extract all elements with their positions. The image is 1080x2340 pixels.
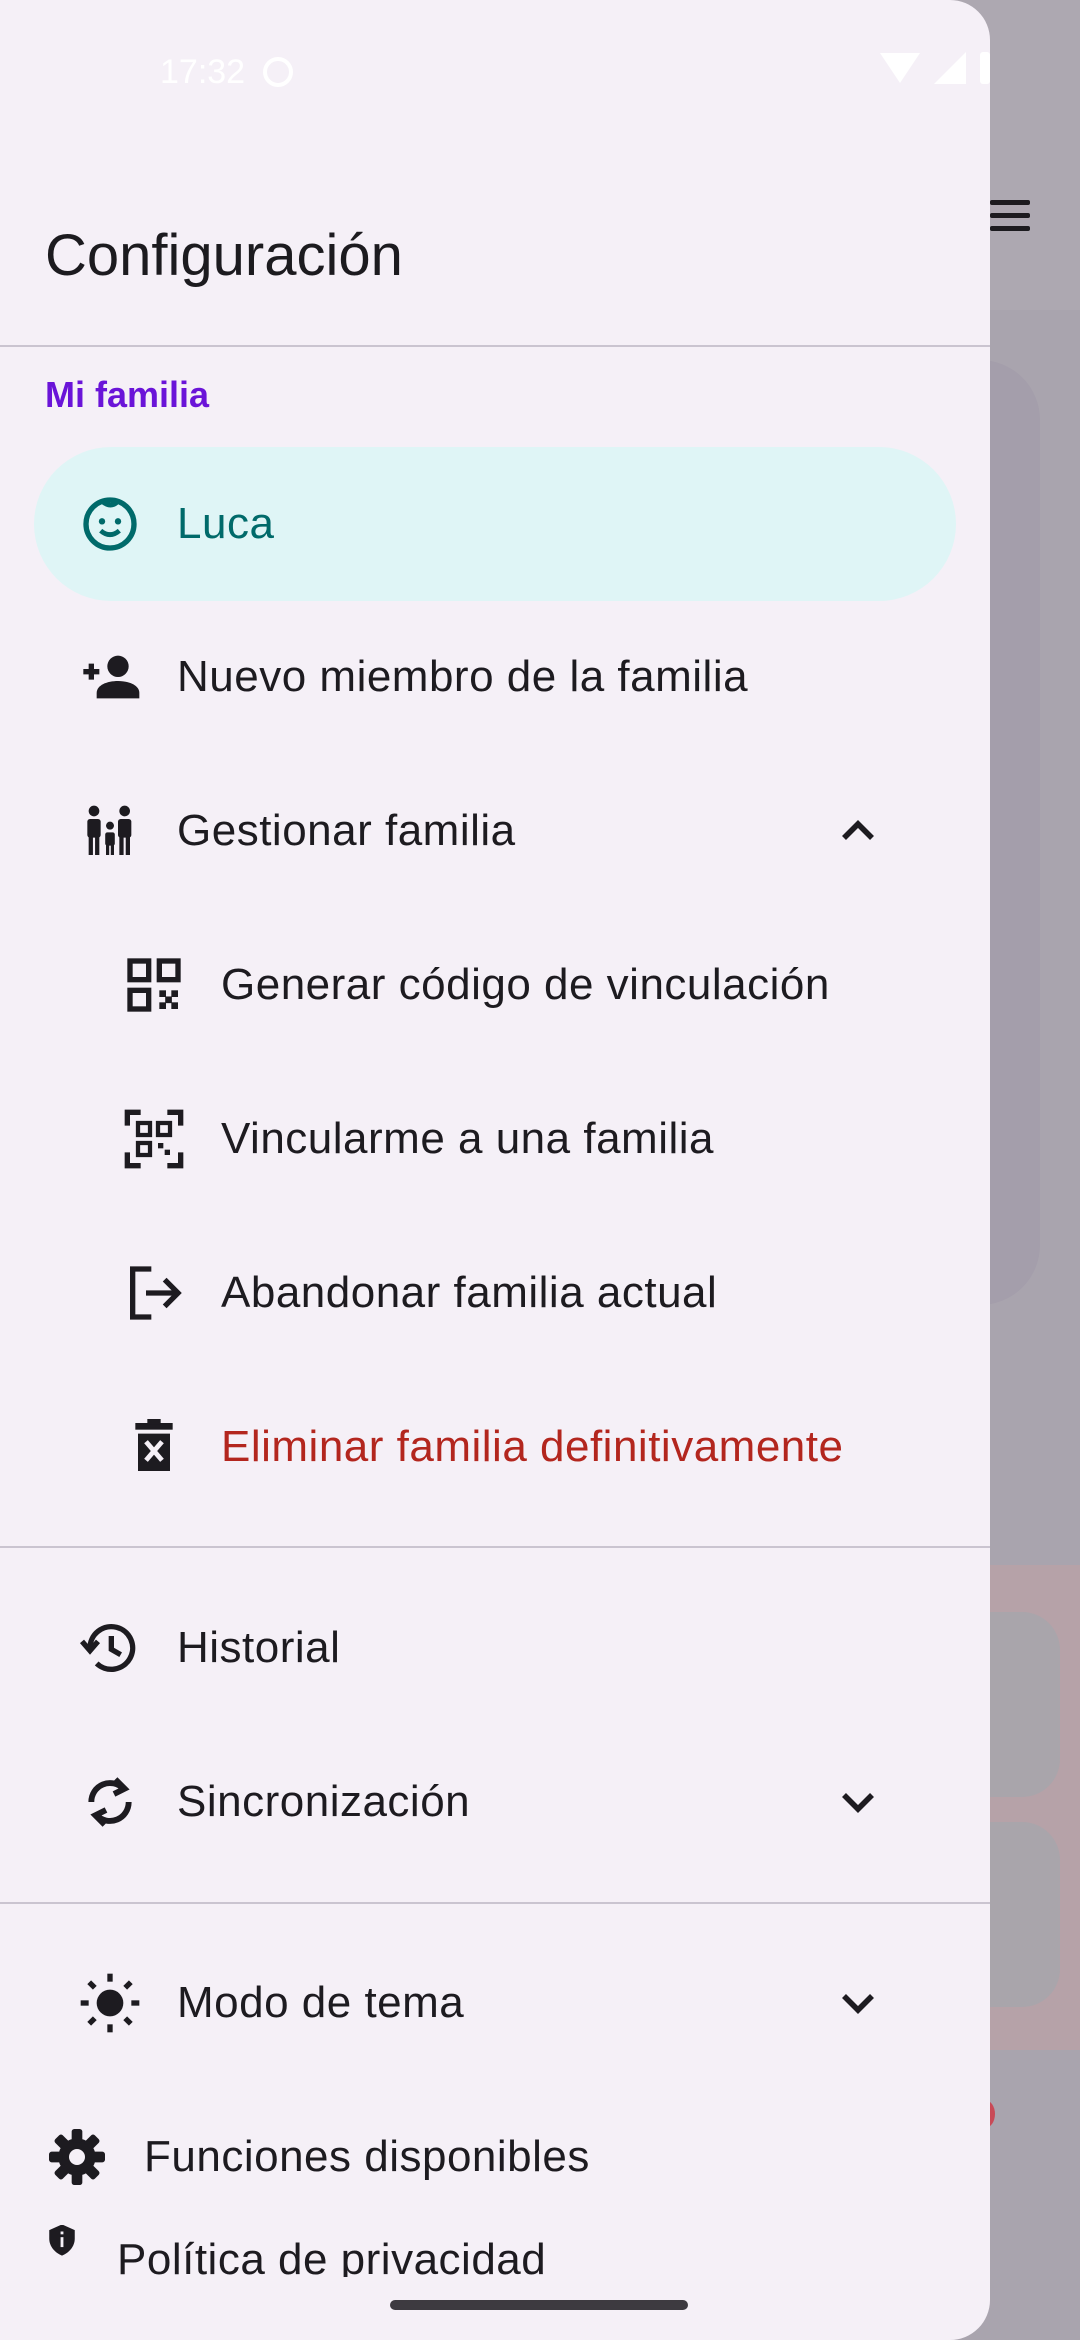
section-label-my-family: Mi familia [45, 374, 210, 415]
available-features-item[interactable]: Funciones disponibles [0, 2082, 990, 2232]
delete-forever-icon [122, 1415, 186, 1479]
menu-icon [990, 200, 1030, 240]
status-notification-icon [263, 57, 294, 87]
member-item-luca[interactable]: Luca [0, 449, 990, 599]
divider [0, 345, 990, 347]
qr-code-icon [122, 953, 186, 1017]
join-family-label: Vincularme a una familia [221, 1114, 714, 1163]
drawer-title: Configuración [45, 223, 403, 288]
sync-item[interactable]: Sincronización [0, 1727, 990, 1877]
new-family-member-item[interactable]: Nuevo miembro de la familia [0, 602, 990, 752]
chevron-up-icon[interactable] [830, 803, 886, 859]
manage-family-item[interactable]: Gestionar familia [0, 756, 990, 906]
member-item-label: Luca [177, 499, 275, 548]
leave-family-item[interactable]: Abandonar familia actual [0, 1218, 990, 1368]
available-features-label: Funciones disponibles [144, 2132, 590, 2181]
sync-icon [78, 1770, 142, 1834]
divider [0, 1902, 990, 1904]
generate-link-code-label: Generar código de vinculación [221, 960, 830, 1009]
chevron-down-icon[interactable] [830, 1975, 886, 2031]
privacy-policy-label: Política de privacidad [117, 2235, 547, 2277]
sync-label: Sincronización [177, 1777, 471, 1826]
delete-family-label: Eliminar familia definitivamente [221, 1422, 844, 1471]
family-icon [78, 799, 142, 863]
delete-family-item[interactable]: Eliminar familia definitivamente [0, 1372, 990, 1522]
new-member-label: Nuevo miembro de la familia [177, 652, 749, 701]
child-face-icon [78, 492, 142, 556]
gear-icon [45, 2125, 109, 2189]
battery-icon [980, 52, 990, 84]
manage-family-label: Gestionar familia [177, 806, 516, 855]
signal-icon [934, 52, 966, 84]
wifi-icon [880, 53, 920, 83]
history-label: Historial [177, 1623, 341, 1672]
divider [0, 1546, 990, 1548]
status-bar-right [880, 52, 990, 84]
history-icon [78, 1616, 142, 1680]
chevron-down-icon[interactable] [830, 1774, 886, 1830]
leave-family-label: Abandonar familia actual [221, 1268, 718, 1317]
person-add-icon [78, 645, 142, 709]
history-item[interactable]: Historial [0, 1573, 990, 1723]
logout-icon [122, 1261, 186, 1325]
privacy-policy-item[interactable]: Política de privacidad [0, 2225, 990, 2277]
gesture-home-bar[interactable] [390, 2300, 688, 2310]
generate-link-code-item[interactable]: Generar código de vinculación [0, 910, 990, 1060]
shield-icon [45, 2225, 79, 2257]
status-time: 17:32 [160, 52, 246, 91]
status-bar-left: 17:32 [160, 50, 294, 94]
privacy-clip: Política de privacidad [0, 2225, 990, 2277]
settings-drawer: 17:32 Configuración Mi familia Luca Nuev… [0, 0, 990, 2340]
theme-mode-item[interactable]: Modo de tema [0, 1928, 990, 2078]
qr-scanner-icon [122, 1107, 186, 1171]
join-family-item[interactable]: Vincularme a una familia [0, 1064, 990, 1214]
theme-mode-label: Modo de tema [177, 1978, 465, 2027]
brightness-icon [78, 1971, 142, 2035]
